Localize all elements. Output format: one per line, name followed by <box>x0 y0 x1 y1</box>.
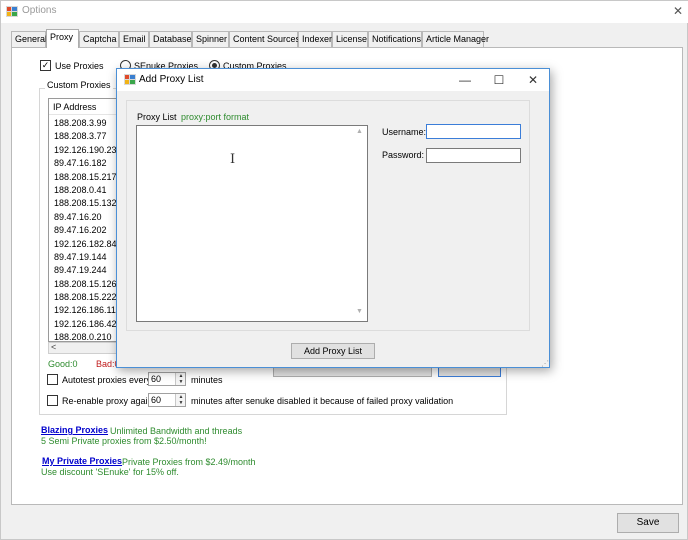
reenable-minutes-value: 60 <box>151 395 162 405</box>
list-item[interactable]: 188.208.15.222 <box>49 291 119 304</box>
tab-proxy[interactable]: Proxy <box>46 29 79 48</box>
scroll-down-arrow-icon[interactable]: ▼ <box>356 308 363 315</box>
add-proxy-list-button[interactable]: Add Proxy List <box>291 343 375 359</box>
text-cursor-icon: I <box>230 152 236 167</box>
blazing-proxies-link[interactable]: Blazing Proxies <box>41 425 108 435</box>
good-count: Good:0 <box>48 359 78 369</box>
dialog-title: Add Proxy List <box>139 74 204 85</box>
list-item[interactable]: 89.47.19.144 <box>49 251 119 264</box>
autotest-unit: minutes <box>191 375 223 385</box>
use-proxies-label: Use Proxies <box>55 61 104 71</box>
app-icon <box>124 74 136 85</box>
tab-notifications[interactable]: Notifications <box>368 31 422 47</box>
reenable-suffix: minutes after senuke disabled it because… <box>191 396 454 406</box>
proxy-list-label: Proxy List <box>137 112 177 122</box>
scroll-left-arrow-icon[interactable]: < <box>51 342 56 352</box>
main-titlebar[interactable]: Options ✕ <box>1 1 688 23</box>
scroll-up-arrow-icon[interactable]: ▲ <box>356 128 363 135</box>
tab-indexer[interactable]: Indexer <box>298 31 332 47</box>
app-icon <box>6 6 18 17</box>
ip-list-rows: 188.208.3.99 188.208.3.77 192.126.190.23 89… <box>49 117 119 341</box>
spin-down-icon[interactable]: ▼ <box>176 379 186 385</box>
blazing-offer: 5 Semi Private proxies from $2.50/month! <box>41 436 207 446</box>
list-item[interactable]: 192.126.182.84 <box>49 238 119 251</box>
username-field[interactable] <box>426 124 521 139</box>
tab-license[interactable]: License <box>332 31 368 47</box>
password-label: Password: <box>382 150 425 160</box>
custom-proxies-group-label: Custom Proxies <box>45 80 113 90</box>
list-horizontal-scrollbar[interactable]: < <box>48 342 120 354</box>
tab-article-manager[interactable]: Article Manager <box>422 31 489 47</box>
close-window-button[interactable]: ✕ <box>669 2 687 20</box>
add-proxy-list-dialog: Add Proxy List — ☐ ✕ Proxy List proxy:po… <box>116 68 550 368</box>
list-item[interactable]: 188.208.0.210 <box>49 331 119 341</box>
list-item[interactable]: 192.126.186.110 <box>49 304 119 317</box>
list-item[interactable]: 89.47.16.182 <box>49 157 119 170</box>
private-tagline: Private Proxies from $2.49/month <box>122 457 256 467</box>
dialog-titlebar[interactable]: Add Proxy List — ☐ ✕ <box>117 69 549 91</box>
list-item[interactable]: 192.126.190.23 <box>49 144 119 157</box>
reenable-label: Re-enable proxy again <box>62 396 153 406</box>
tab-content-sources[interactable]: Content Sources <box>229 31 300 47</box>
list-item[interactable]: 188.208.15.126 <box>49 278 119 291</box>
textarea-vertical-scrollbar[interactable]: ▲ ▼ <box>352 126 367 321</box>
minimize-button[interactable]: — <box>457 72 473 88</box>
proxy-list-view[interactable]: IP Address 188.208.3.99 188.208.3.77 192.1… <box>48 98 120 342</box>
list-item[interactable]: 89.47.16.20 <box>49 211 119 224</box>
spin-down-icon[interactable]: ▼ <box>176 400 186 406</box>
save-button[interactable]: Save <box>617 513 679 533</box>
autotest-checkbox[interactable] <box>47 374 58 385</box>
autotest-minutes-value: 60 <box>151 374 162 384</box>
tab-general[interactable]: General <box>11 31 47 47</box>
proxy-format-hint: proxy:port format <box>181 112 250 122</box>
username-label: Username: <box>382 127 427 137</box>
tab-captcha[interactable]: Captcha <box>79 31 119 47</box>
private-offer: Use discount 'SEnuke' for 15% off. <box>41 467 179 477</box>
tab-spinner[interactable]: Spinner <box>192 31 229 47</box>
autotest-label: Autotest proxies every <box>62 375 152 385</box>
reenable-checkbox[interactable] <box>47 395 58 406</box>
use-proxies-checkbox[interactable]: ✓ <box>40 60 51 71</box>
my-private-proxies-link[interactable]: My Private Proxies <box>42 456 122 466</box>
list-item[interactable]: 89.47.19.244 <box>49 264 119 277</box>
list-item[interactable]: 89.47.16.202 <box>49 224 119 237</box>
autotest-spin-buttons: ▲ ▼ <box>175 373 185 385</box>
reenable-minutes-spinner[interactable]: 60 ▲ ▼ <box>148 393 186 407</box>
proxy-list-textarea[interactable]: I ▲ ▼ <box>136 125 368 322</box>
list-item[interactable]: 188.208.15.132 <box>49 197 119 210</box>
autotest-minutes-spinner[interactable]: 60 ▲ ▼ <box>148 372 186 386</box>
list-item[interactable]: 192.126.186.42 <box>49 318 119 331</box>
password-field[interactable] <box>426 148 521 163</box>
window-title: Options <box>22 5 57 16</box>
list-item[interactable]: 188.208.3.77 <box>49 130 119 143</box>
list-item[interactable]: 188.208.15.217 <box>49 171 119 184</box>
blazing-tagline: Unlimited Bandwidth and threads <box>110 426 243 436</box>
list-item[interactable]: 188.208.0.41 <box>49 184 119 197</box>
list-item[interactable]: 188.208.3.99 <box>49 117 119 130</box>
tab-email[interactable]: Email <box>119 31 149 47</box>
maximize-button[interactable]: ☐ <box>491 72 507 88</box>
tab-database[interactable]: Database <box>149 31 192 47</box>
ip-address-column-header[interactable]: IP Address <box>49 99 119 115</box>
resize-grip-icon[interactable]: ⋰ <box>541 359 549 368</box>
reenable-spin-buttons: ▲ ▼ <box>175 394 185 406</box>
dialog-close-button[interactable]: ✕ <box>525 72 541 88</box>
